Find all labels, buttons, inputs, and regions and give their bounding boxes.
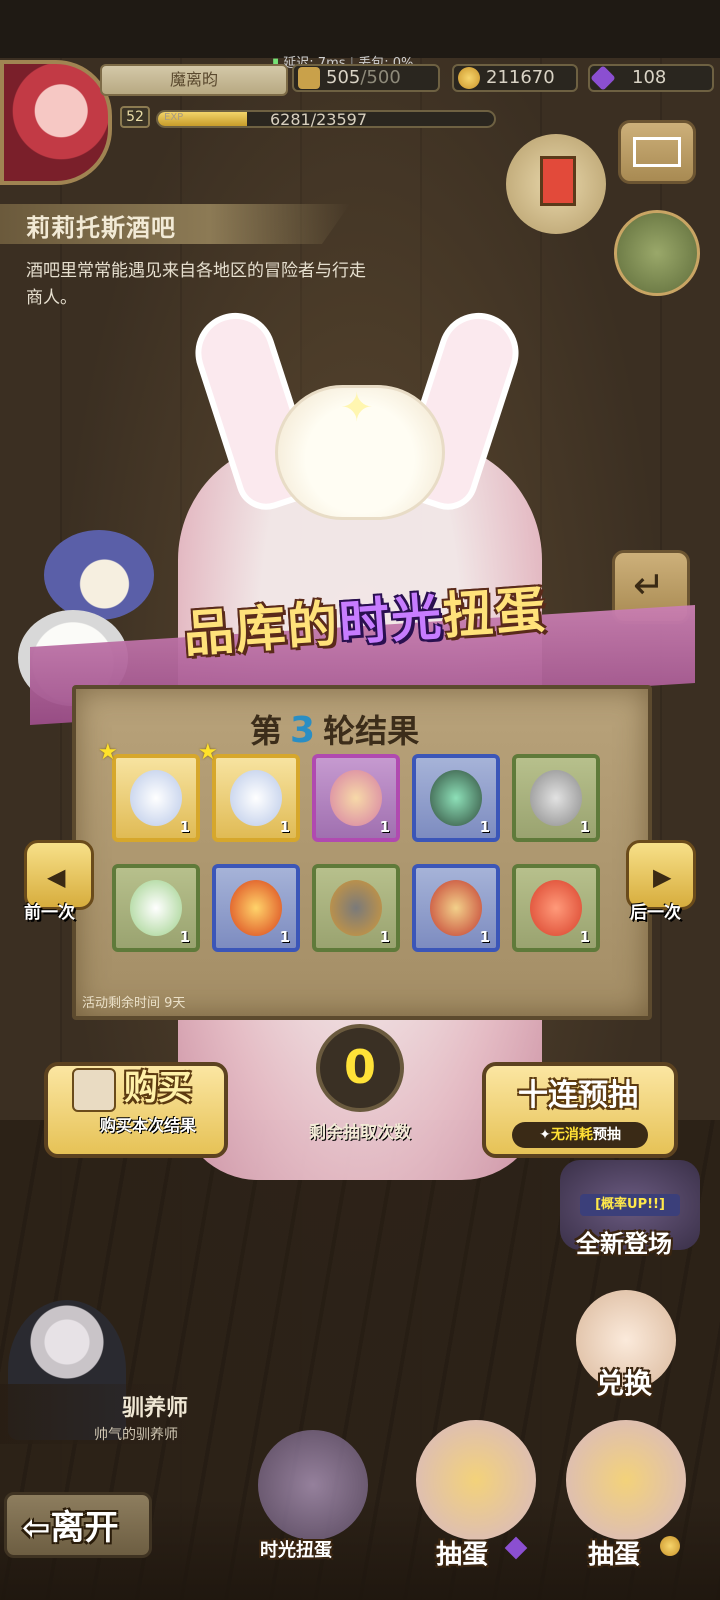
new-event-label: 全新登场 (576, 1230, 672, 1258)
ten-pull-sublabel: ✦无消耗预抽 (512, 1122, 648, 1148)
iron-helmet-icon (330, 880, 382, 936)
gold-value: 211670 (486, 67, 555, 88)
next-round-label: 后一次 (630, 903, 681, 923)
preview-text: 预抽 (592, 1127, 621, 1143)
star-icon: ★ (98, 740, 118, 765)
ten-pull-label: 十连预抽 (518, 1078, 638, 1113)
round-number: 3 (290, 710, 316, 751)
title-highlight: 时光 (337, 587, 446, 653)
item-quantity: 1 (279, 928, 290, 946)
arrow-left-icon: ◀ (47, 863, 66, 891)
stamina-icon (298, 67, 320, 89)
exchange-label: 兑换 (596, 1367, 653, 1400)
gold-draw-tab[interactable] (566, 1420, 686, 1540)
gold-draw-tab-label: 抽蛋 (588, 1540, 641, 1570)
gold-coin-icon (660, 1536, 680, 1556)
item-quantity: 1 (279, 818, 290, 836)
player-level: 52 (120, 106, 150, 128)
pink-nest-egg-icon (330, 770, 382, 826)
time-gacha-tab-label: 时光扭蛋 (260, 1540, 332, 1561)
gem-icon (590, 65, 616, 91)
stamina-display[interactable]: 505/500 (292, 64, 440, 92)
leave-button-label: ⇦离开 (22, 1500, 119, 1549)
gem-value: 108 (632, 67, 667, 88)
remaining-draws-label: 剩余抽取次数 (309, 1123, 411, 1143)
prev-round-label: 前一次 (24, 903, 75, 923)
result-item-white-crystal-egg[interactable]: 1 (212, 754, 300, 842)
green-armor-egg-icon (430, 770, 482, 826)
result-item-red-crab[interactable]: 1 (512, 864, 600, 952)
item-quantity: 1 (379, 818, 390, 836)
red-feather-egg-icon (430, 880, 482, 936)
result-item-iron-helmet[interactable]: 1 (312, 864, 400, 952)
result-item-white-radish[interactable]: 1 (112, 864, 200, 952)
player-avatar[interactable] (0, 60, 112, 185)
tamer-title: 帅气的驯养师 (94, 1427, 178, 1443)
gacha-ticket-icon (72, 1068, 116, 1112)
gem-draw-tab-label: 抽蛋 (436, 1540, 489, 1570)
gold-display[interactable]: 211670 (452, 64, 578, 92)
item-quantity: 1 (579, 928, 590, 946)
gold-coin-icon (458, 67, 480, 89)
buy-button-sublabel: 购买本次结果 (99, 1116, 196, 1135)
back-arrow-icon: ⇦ (22, 1508, 51, 1548)
time-gacha-tab[interactable] (258, 1430, 368, 1540)
gem-draw-tab[interactable] (416, 1420, 536, 1540)
fire-swirl-egg-icon (230, 880, 282, 936)
item-quantity: 1 (479, 928, 490, 946)
item-quantity: 1 (179, 818, 190, 836)
location-description: 酒吧里常常能遇见来自各地区的冒险者与行走商人。 (26, 261, 366, 308)
player-name: 魔离昀 (100, 64, 288, 96)
backpack-icon[interactable] (614, 210, 700, 296)
red-crab-icon (530, 880, 582, 936)
result-item-grey-owl-egg[interactable]: 1 (512, 754, 600, 842)
result-item-pink-nest-egg[interactable]: 1 (312, 754, 400, 842)
item-quantity: 1 (479, 818, 490, 836)
event-tag: [概率UP!!] (580, 1194, 680, 1216)
item-quantity: 1 (579, 818, 590, 836)
quest-scroll-icon[interactable] (506, 134, 606, 234)
round-prefix: 第 (250, 712, 283, 750)
stamina-value: 505 (326, 67, 361, 88)
white-crystal-egg-icon (130, 770, 182, 826)
star-icon: ★ (198, 740, 218, 765)
arrow-right-icon: ▶ (653, 863, 672, 891)
item-quantity: 1 (179, 928, 190, 946)
return-icon: ↵ (633, 563, 665, 607)
no-cost-text: 无消耗 (550, 1127, 593, 1143)
location-title: 莉莉托斯酒吧 (26, 214, 176, 242)
stamina-max: /500 (360, 67, 401, 88)
result-item-fire-swirl-egg[interactable]: 1 (212, 864, 300, 952)
white-crystal-egg-icon (230, 770, 282, 826)
status-bar (0, 0, 720, 58)
title-part-2: 扭蛋 (441, 580, 549, 646)
title-part-1: 品库的 (181, 594, 342, 664)
round-suffix: 轮结果 (323, 712, 420, 750)
mail-icon[interactable] (618, 120, 696, 184)
buy-button-label: 购买 (124, 1068, 192, 1108)
gem-display[interactable]: 108 (588, 64, 714, 92)
event-remaining-time: 活动剩余时间 9天 (82, 996, 186, 1011)
item-quantity: 1 (379, 928, 390, 946)
remaining-draws-counter: 0 (316, 1024, 404, 1112)
sparkle-icon: ✦ (340, 385, 374, 431)
leave-text: 离开 (50, 1508, 119, 1548)
result-item-white-crystal-egg[interactable]: 1 (112, 754, 200, 842)
white-radish-icon (130, 880, 182, 936)
tamer-name: 驯养师 (122, 1396, 189, 1421)
result-item-red-feather-egg[interactable]: 1 (412, 864, 500, 952)
exp-value: 6281/23597 (270, 110, 368, 129)
exp-label: EXP (164, 112, 184, 123)
round-title: 第 3 轮结果 (250, 706, 419, 752)
result-item-green-armor-egg[interactable]: 1 (412, 754, 500, 842)
grey-owl-egg-icon (530, 770, 582, 826)
